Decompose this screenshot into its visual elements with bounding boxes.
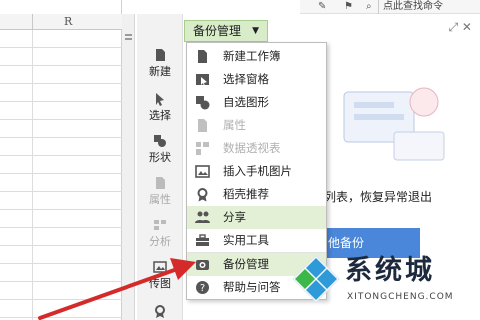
menu-item-selection-pane[interactable]: 选择窗格 (187, 68, 326, 91)
command-search-input[interactable]: 点此查找命令 (378, 0, 480, 14)
backup-illustration-icon (343, 87, 445, 161)
analysis-icon (154, 220, 166, 230)
upload-image-icon (153, 261, 167, 273)
menu-item-label: 插入手机图片 (223, 164, 292, 178)
backup-management-dropdown[interactable]: 备份管理 ▼ (184, 20, 268, 42)
menu-item-label: 备份管理 (223, 257, 269, 271)
new-icon (156, 49, 165, 61)
tool-select[interactable]: 选择 (137, 92, 183, 122)
phone-image-icon (195, 165, 210, 178)
cell-area[interactable] (0, 30, 122, 320)
format-icon[interactable]: ✎ (318, 1, 326, 13)
pivot-table-icon (196, 142, 209, 155)
recommend-icon (155, 305, 165, 318)
select-cursor-icon (156, 93, 164, 106)
menu-item-new-workbook[interactable]: 新建工作簿 (187, 45, 326, 68)
tool-shape[interactable]: 形状 (137, 134, 183, 164)
watermark-subtitle: XITONGCHENG.COM (347, 292, 454, 302)
dropdown-label: 备份管理 (193, 24, 242, 38)
backup-icon (196, 260, 209, 270)
menu-item-label: 自选图形 (223, 95, 269, 109)
panel-description: 列表，恢复异常退出 (324, 190, 433, 204)
recommend-icon (197, 188, 208, 202)
tool-recommend[interactable] (137, 304, 183, 320)
menu-item-label: 新建工作簿 (223, 49, 281, 63)
share-people-icon (195, 211, 210, 223)
panel-window-controls[interactable]: ⤢ ✕ (449, 20, 472, 35)
column-divider (32, 14, 33, 30)
side-toolbar: 新建 选择 形状 属性 分析 传图 (137, 14, 183, 320)
tool-label: 传图 (149, 277, 171, 290)
column-header-row: R (0, 14, 122, 30)
svg-text:?: ? (200, 283, 205, 294)
column-letter[interactable]: R (64, 14, 72, 30)
tool-new[interactable]: 新建 (137, 48, 183, 78)
tool-label: 新建 (149, 65, 171, 78)
shapes-icon (196, 96, 210, 110)
menu-item-label: 实用工具 (223, 233, 269, 247)
new-document-icon (198, 50, 207, 63)
vertical-scrollbar[interactable] (122, 14, 135, 320)
search-icon[interactable]: ⌕ (366, 1, 372, 13)
menu-item-label: 选择窗格 (223, 72, 269, 86)
chevron-down-icon: ▼ (252, 26, 259, 36)
shape-icon (154, 135, 166, 147)
menu-item-pivot-table: 数据透视表 (187, 137, 326, 160)
watermark-logo-icon (292, 255, 340, 303)
menu-item-auto-shapes[interactable]: 自选图形 (187, 91, 326, 114)
menu-item-label: 稻壳推荐 (223, 187, 269, 201)
menu-item-label: 数据透视表 (223, 141, 281, 155)
menu-item-properties: 属性 (187, 114, 326, 137)
tool-properties: 属性 (137, 176, 183, 206)
top-bar: ✎ ⚑ ⌕ 点此查找命令 (300, 0, 480, 14)
menu-item-label: 属性 (223, 118, 246, 132)
watermark-title: 系统城 (345, 255, 435, 286)
menu-item-label: 帮助与问答 (223, 280, 281, 294)
help-icon: ? (196, 281, 209, 294)
menu-item-label: 分享 (223, 210, 246, 224)
menu-item-docer-recommend[interactable]: 稻壳推荐 (187, 183, 326, 206)
watermark: 系统城 XITONGCHENG.COM (285, 250, 480, 320)
menu-item-insert-phone-image[interactable]: 插入手机图片 (187, 160, 326, 183)
tool-label: 属性 (149, 193, 171, 206)
filter-icon[interactable]: ⚑ (344, 1, 353, 13)
selection-pane-icon (196, 74, 209, 86)
menu-item-utility-tools[interactable]: 实用工具 (187, 229, 326, 252)
toolbox-icon (196, 234, 209, 246)
tool-label: 分析 (149, 235, 171, 248)
properties-icon (198, 119, 207, 132)
menu-item-share[interactable]: 分享 (187, 206, 326, 229)
tool-analysis: 分析 (137, 218, 183, 248)
scroll-handle-top[interactable] (125, 34, 132, 36)
tool-label: 选择 (149, 109, 171, 122)
spreadsheet-grid[interactable]: R (0, 0, 122, 320)
tool-label: 形状 (149, 151, 171, 164)
tool-upload-image[interactable]: 传图 (137, 260, 183, 290)
scroll-handle-bottom[interactable] (125, 38, 132, 40)
properties-icon (156, 177, 165, 189)
